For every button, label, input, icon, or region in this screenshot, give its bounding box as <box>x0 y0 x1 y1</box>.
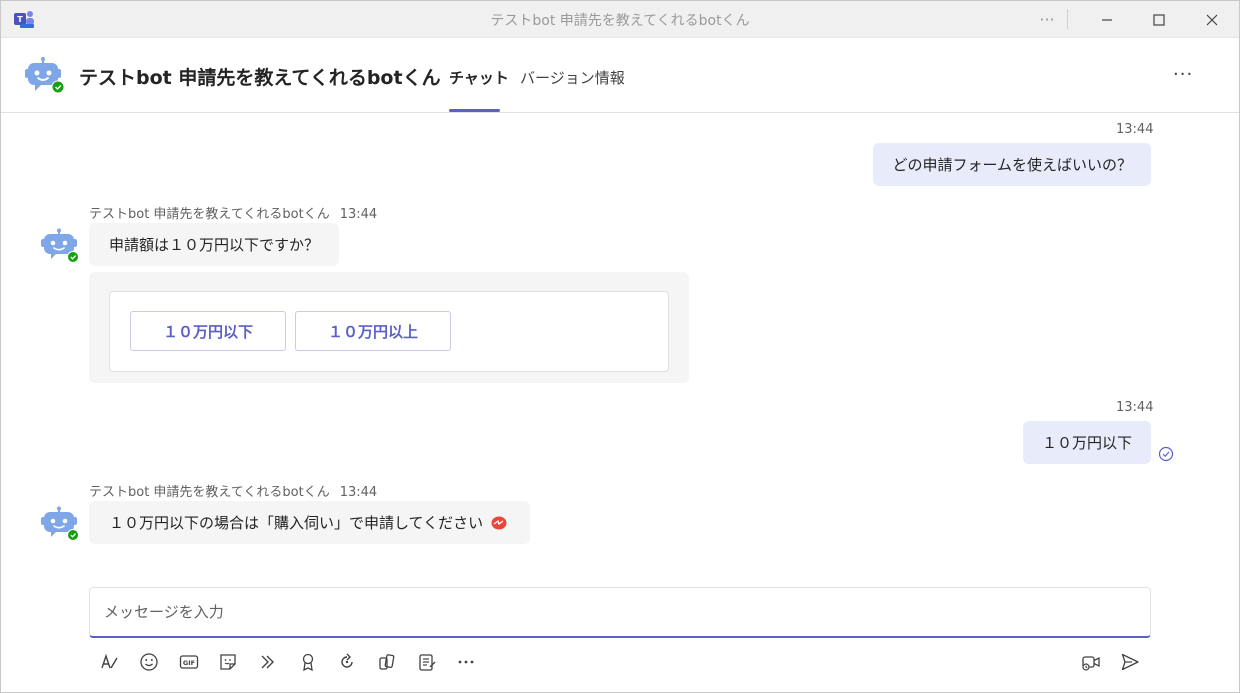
title-bar: T テストbot 申請先を教えてくれるbotくん ··· <box>1 1 1239 38</box>
card-button-over-100k[interactable]: １０万円以上 <box>295 311 451 351</box>
incoming-message[interactable]: １０万円以下の場合は「購入伺い」で申請してください <box>89 501 530 544</box>
apps-icon[interactable] <box>376 651 398 673</box>
minimize-icon <box>1102 18 1112 21</box>
loop-icon[interactable] <box>336 651 358 673</box>
tab-chat[interactable]: チャット <box>449 67 509 88</box>
active-tab-indicator <box>449 109 500 112</box>
sparkle-emoji-icon <box>491 516 507 530</box>
gif-icon[interactable]: GIF <box>178 651 200 673</box>
tab-version-info[interactable]: バージョン情報 <box>520 67 625 88</box>
meet-icon[interactable] <box>257 651 279 673</box>
message-time: 13:44 <box>339 207 378 222</box>
outgoing-message[interactable]: １０万円以下 <box>1022 421 1151 464</box>
maximize-icon <box>1153 13 1165 26</box>
send-icon[interactable] <box>1119 651 1141 673</box>
forms-icon[interactable] <box>416 651 438 673</box>
chat-header: テストbot 申請先を教えてくれるbotくん チャット バージョン情報 ··· <box>1 38 1239 113</box>
bot-avatar-icon <box>41 506 79 541</box>
emoji-icon[interactable] <box>138 651 160 673</box>
bot-name-title: テストbot 申請先を教えてくれるbotくん <box>79 67 441 89</box>
close-icon <box>1206 14 1218 25</box>
format-icon[interactable] <box>98 651 120 673</box>
message-time: 13:44 <box>1116 400 1154 415</box>
sender-name: テストbot 申請先を教えてくれるbotくん <box>89 207 330 222</box>
header-more-button[interactable]: ··· <box>1173 64 1193 85</box>
compose-box[interactable] <box>89 587 1151 638</box>
close-button[interactable] <box>1187 1 1237 38</box>
message-input[interactable] <box>104 603 1104 621</box>
svg-text:GIF: GIF <box>183 659 195 667</box>
teams-window: T テストbot 申請先を教えてくれるbotくん ··· テストbot 申請先を… <box>0 0 1240 693</box>
sticker-icon[interactable] <box>217 651 239 673</box>
bot-avatar-icon <box>25 57 65 94</box>
card-button-under-100k[interactable]: １０万円以下 <box>130 311 286 351</box>
chat-area: 13:44 どの申請フォームを使えばいいの？ テストbot 申請先を教えてくれる… <box>1 114 1239 584</box>
minimize-button[interactable] <box>1082 1 1132 38</box>
read-receipt-icon <box>1158 446 1174 462</box>
bot-avatar-icon <box>41 228 79 263</box>
message-meta: テストbot 申請先を教えてくれるbotくん 13:44 <box>89 203 377 222</box>
sender-name: テストbot 申請先を教えてくれるbotくん <box>89 485 330 500</box>
message-time: 13:44 <box>1116 122 1154 137</box>
message-meta: テストbot 申請先を教えてくれるbotくん 13:44 <box>89 481 377 500</box>
adaptive-card: １０万円以下 １０万円以上 <box>109 291 669 372</box>
outgoing-message[interactable]: どの申請フォームを使えばいいの？ <box>873 143 1151 186</box>
maximize-button[interactable] <box>1134 1 1184 38</box>
window-more-button[interactable]: ··· <box>1022 1 1072 38</box>
message-time: 13:44 <box>339 485 378 500</box>
incoming-message[interactable]: 申請額は１０万円以下ですか？ <box>89 223 340 266</box>
praise-icon[interactable] <box>297 651 319 673</box>
adaptive-card-container: １０万円以下 １０万円以上 <box>89 272 689 383</box>
title-divider <box>1067 9 1068 29</box>
more-options-icon[interactable] <box>455 651 477 673</box>
video-clip-icon[interactable] <box>1080 651 1102 673</box>
message-text: １０万円以下の場合は「購入伺い」で申請してください <box>109 514 484 532</box>
